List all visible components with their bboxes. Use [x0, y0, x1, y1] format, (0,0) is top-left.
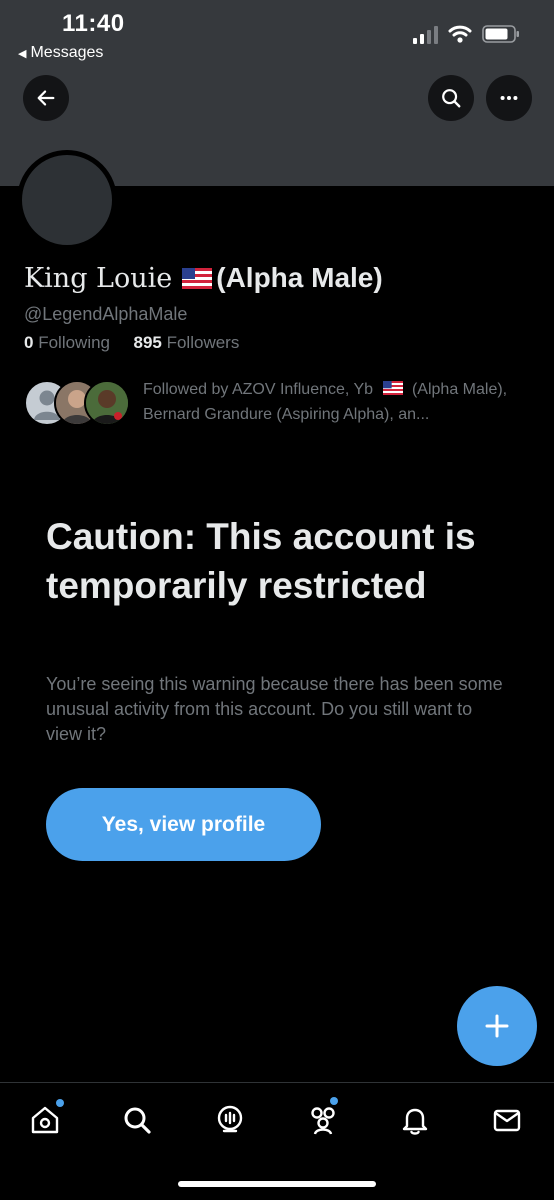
follow-stats: 0 Following 895 Followers — [24, 333, 239, 353]
tab-spaces[interactable] — [207, 1097, 253, 1143]
plus-icon — [485, 1014, 509, 1038]
compose-fab-button[interactable] — [457, 986, 537, 1066]
status-icons — [413, 24, 520, 44]
followers-label: Followers — [166, 333, 240, 352]
profile-handle: @LegendAlphaMale — [24, 304, 188, 324]
cellular-signal-icon — [413, 24, 438, 44]
following-count: 0 — [24, 333, 34, 352]
more-options-button[interactable] — [486, 75, 532, 121]
mail-icon — [493, 1109, 521, 1132]
followers-link[interactable]: 895 Followers — [133, 333, 239, 352]
caution-body: You’re seeing this warning because there… — [46, 674, 503, 744]
communities-icon — [311, 1107, 335, 1135]
profile-display-name: King Louie — [24, 262, 173, 294]
status-time: 11:40 — [62, 10, 125, 37]
tab-explore[interactable] — [114, 1097, 160, 1143]
more-horizontal-icon — [500, 95, 518, 101]
tab-communities[interactable] — [300, 1097, 346, 1143]
tab-messages[interactable] — [484, 1097, 530, 1143]
following-label: Following — [38, 333, 111, 352]
back-to-messages-link[interactable]: ◀ Messages — [18, 44, 103, 62]
tab-home-notification-dot — [56, 1099, 64, 1107]
view-profile-button[interactable]: Yes, view profile — [46, 788, 321, 861]
back-triangle-icon: ◀ — [18, 47, 27, 60]
followed-by-row[interactable]: Followed by AZOV Influence, Yb (Alpha Ma… — [24, 377, 534, 433]
search-icon — [124, 1107, 151, 1134]
profile-avatar[interactable] — [17, 150, 117, 250]
spaces-icon — [217, 1105, 243, 1133]
followed-by-text: Followed by AZOV Influence, Yb (Alpha Ma… — [143, 377, 533, 427]
wifi-icon — [448, 25, 472, 43]
home-indicator[interactable] — [178, 1181, 376, 1187]
search-icon — [442, 89, 461, 108]
caution-title: Caution: This account is temporarily res… — [46, 516, 476, 606]
following-link[interactable]: 0 Following — [24, 333, 110, 352]
battery-icon — [482, 25, 519, 43]
followed-by-text-part-1: Followed by AZOV Influence, Yb — [143, 381, 374, 398]
tab-communities-notification-dot — [330, 1097, 338, 1105]
arrow-left-icon — [37, 90, 55, 106]
bell-icon — [402, 1108, 428, 1135]
profile-name: King Louie (Alpha Male) — [24, 262, 383, 294]
follower-avatar-photo-2 — [84, 380, 130, 426]
followers-count: 895 — [133, 333, 162, 352]
back-button[interactable] — [23, 75, 69, 121]
status-bar: 11:40 ◀ Messages — [0, 0, 554, 70]
back-app-label: Messages — [30, 44, 104, 61]
profile-name-suffix: (Alpha Male) — [216, 262, 383, 293]
us-flag-icon — [382, 381, 403, 395]
home-icon — [31, 1106, 59, 1134]
search-button[interactable] — [428, 75, 474, 121]
person-photo-icon — [86, 382, 128, 424]
us-flag-icon — [182, 267, 213, 289]
tab-notifications[interactable] — [392, 1097, 438, 1143]
followed-by-avatars — [24, 380, 134, 428]
tab-home[interactable] — [22, 1097, 68, 1143]
